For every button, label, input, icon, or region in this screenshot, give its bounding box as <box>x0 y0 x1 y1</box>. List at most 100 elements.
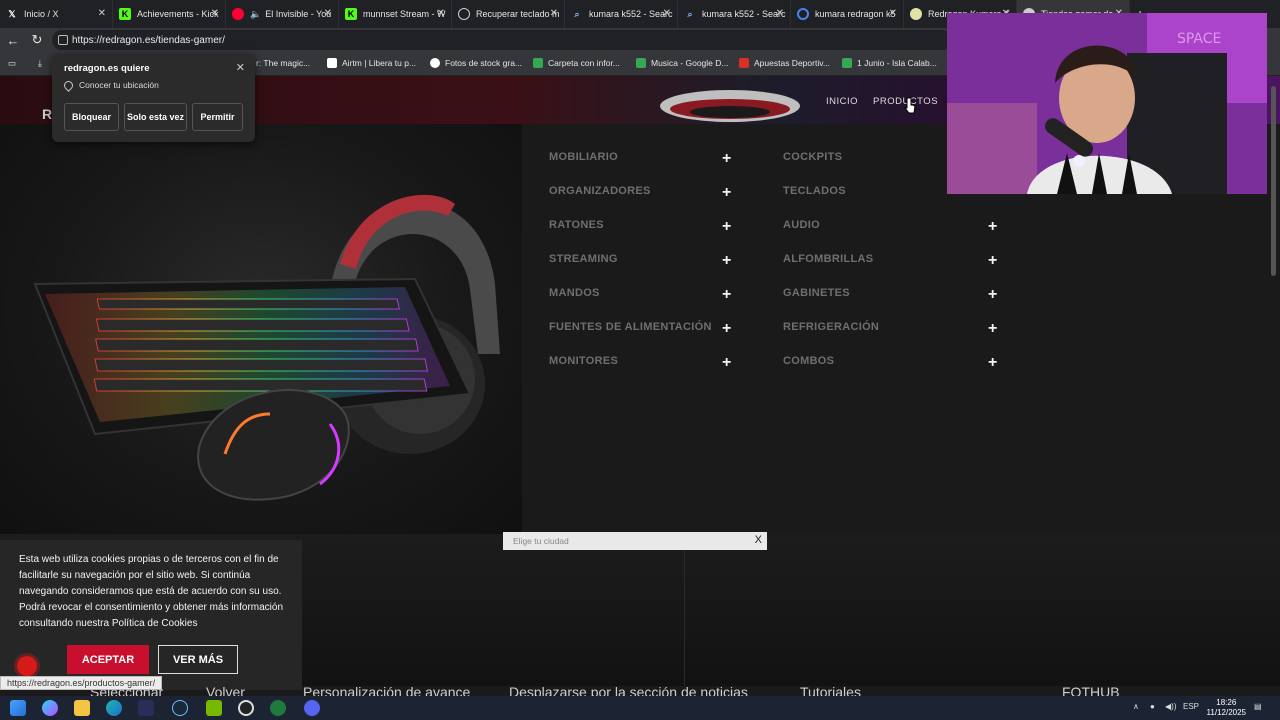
permission-location-text: Conocer tu ubicación <box>79 80 159 90</box>
category-mobiliario[interactable]: MOBILIARIO <box>549 151 618 163</box>
block-button[interactable]: Bloquear <box>64 103 119 131</box>
category-ratones[interactable]: RATONES <box>549 219 604 231</box>
more-info-button[interactable]: VER MÁS <box>158 645 238 674</box>
discord-icon[interactable] <box>304 700 320 716</box>
scrollbar[interactable] <box>1271 86 1276 276</box>
tab-3[interactable]: Kmunnset Stream - W ✕ <box>339 0 452 28</box>
x-logo-icon: 𝕏 <box>8 8 16 19</box>
bookmark-2[interactable]: Fotos de stock gra... <box>430 58 522 68</box>
streamer-webcam-image: SPACE <box>947 13 1267 194</box>
close-icon[interactable]: ✕ <box>236 61 245 74</box>
language-indicator[interactable]: ESP <box>1183 702 1199 711</box>
bookmark-5[interactable]: Apuestas Deportiv... <box>739 58 830 68</box>
permission-request: Conocer tu ubicación <box>62 78 159 92</box>
tab-title: Inicio / X <box>24 9 59 19</box>
file-explorer-icon[interactable] <box>74 700 90 716</box>
pexels-icon <box>430 58 440 68</box>
category-fuentes[interactable]: FUENTES DE ALIMENTACIÓN <box>549 321 712 333</box>
clock[interactable]: 18:26 11/12/2025 <box>1207 698 1246 718</box>
edge-icon[interactable] <box>106 700 122 716</box>
close-icon[interactable]: ✕ <box>889 8 897 19</box>
expand-plus-icon[interactable]: + <box>722 185 731 201</box>
close-icon[interactable]: ✕ <box>776 8 784 19</box>
notification-bell-icon[interactable] <box>17 656 37 676</box>
back-icon[interactable]: ← <box>2 29 24 51</box>
globe-icon <box>458 8 470 20</box>
bookmark-label: 1 Junio - Isla Calab... <box>857 58 937 68</box>
expand-plus-icon[interactable]: + <box>722 151 731 167</box>
tab-2[interactable]: 🔈 El Invisible - You ✕ <box>226 0 339 28</box>
volume-icon[interactable]: ◀)) <box>1165 702 1176 711</box>
close-icon[interactable]: X <box>755 534 762 546</box>
kick-logo-icon: K <box>119 8 131 20</box>
tab-7[interactable]: kumara redragon k5 ✕ <box>791 0 904 28</box>
expand-plus-icon[interactable]: + <box>988 287 997 303</box>
expand-plus-icon[interactable]: + <box>988 355 997 371</box>
app-mm-icon[interactable] <box>138 700 154 716</box>
steam-icon[interactable] <box>172 700 188 716</box>
expand-plus-icon[interactable]: + <box>722 253 731 269</box>
category-organizadores[interactable]: ORGANIZADORES <box>549 185 651 197</box>
tab-6[interactable]: ⌕ kumara k552 - Searc ✕ <box>678 0 791 28</box>
close-icon[interactable]: ✕ <box>550 8 558 19</box>
category-refrigeracion[interactable]: REFRIGERACIÓN <box>783 321 879 333</box>
tray-chevron-icon[interactable]: ∧ <box>1133 702 1139 711</box>
allow-once-button[interactable]: Solo esta vez <box>124 103 187 131</box>
close-icon[interactable]: ✕ <box>437 8 445 19</box>
category-teclados[interactable]: TECLADOS <box>783 185 846 197</box>
city-selector[interactable]: Elige tu ciudad X <box>503 532 767 550</box>
reload-icon[interactable]: ↻ <box>26 29 48 51</box>
expand-plus-icon[interactable]: + <box>988 253 997 269</box>
bookmark-1[interactable]: Airtm | Libera tu p... <box>327 58 416 68</box>
expand-plus-icon[interactable]: + <box>988 321 997 337</box>
site-info-icon[interactable] <box>58 35 68 45</box>
category-gabinetes[interactable]: GABINETES <box>783 287 850 299</box>
bookmark-0[interactable]: r: The magic... <box>256 58 310 68</box>
close-icon[interactable]: ✕ <box>663 8 671 19</box>
allow-button[interactable]: Permitir <box>192 103 243 131</box>
app-green-icon[interactable] <box>270 700 286 716</box>
category-monitores[interactable]: MONITORES <box>549 355 618 367</box>
accept-cookies-button[interactable]: ACEPTAR <box>67 645 149 674</box>
site-logo[interactable]: R <box>42 106 52 122</box>
link-status-url: https://redragon.es/productos-gamer/ <box>0 676 163 690</box>
windows-start-icon[interactable] <box>10 700 26 716</box>
nav-inicio[interactable]: INICIO <box>826 96 858 107</box>
notifications-icon[interactable]: ▤ <box>1254 702 1262 711</box>
category-streaming[interactable]: STREAMING <box>549 253 618 265</box>
download-icon[interactable]: ⤓ <box>38 58 42 69</box>
nvidia-icon[interactable] <box>206 700 222 716</box>
tab-4[interactable]: Recuperar teclado m ✕ <box>452 0 565 28</box>
reading-list-icon[interactable]: ▭ <box>8 58 16 69</box>
airtm-icon <box>327 58 337 68</box>
category-audio[interactable]: AUDIO <box>783 219 820 231</box>
bookmark-6[interactable]: 1 Junio - Isla Calab... <box>842 58 937 68</box>
url-input[interactable]: https://redragon.es/tiendas-gamer/ <box>52 30 952 50</box>
tab-title: Recuperar teclado m <box>476 9 560 19</box>
copilot-icon[interactable] <box>42 700 58 716</box>
bookmark-label: Fotos de stock gra... <box>445 58 523 68</box>
expand-plus-icon[interactable]: + <box>988 219 997 235</box>
bookmark-4[interactable]: Musica - Google D... <box>636 58 728 68</box>
expand-plus-icon[interactable]: + <box>722 287 731 303</box>
expand-plus-icon[interactable]: + <box>722 355 731 371</box>
kick-logo-icon: K <box>345 8 357 20</box>
search-icon: ⌕ <box>574 8 580 19</box>
close-icon[interactable]: ✕ <box>98 8 106 19</box>
expand-plus-icon[interactable]: + <box>722 219 731 235</box>
microphone-icon[interactable]: ● <box>1150 702 1155 711</box>
category-combos[interactable]: COMBOS <box>783 355 834 367</box>
expand-plus-icon[interactable]: + <box>722 321 731 337</box>
category-cockpits[interactable]: COCKPITS <box>783 151 842 163</box>
close-icon[interactable]: ✕ <box>324 8 332 19</box>
bookmark-label: Musica - Google D... <box>651 58 729 68</box>
tab-0[interactable]: 𝕏 Inicio / X ✕ <box>0 0 113 28</box>
tab-1[interactable]: K Achievements - Kick ✕ <box>113 0 226 28</box>
category-mandos[interactable]: MANDOS <box>549 287 600 299</box>
close-icon[interactable]: ✕ <box>211 8 219 19</box>
obs-icon[interactable] <box>238 700 254 716</box>
bookmark-3[interactable]: Carpeta con infor... <box>533 58 620 68</box>
permission-title: redragon.es quiere <box>64 63 150 74</box>
tab-5[interactable]: ⌕ kumara k552 - Searc ✕ <box>565 0 678 28</box>
category-alfombrillas[interactable]: ALFOMBRILLAS <box>783 253 873 265</box>
